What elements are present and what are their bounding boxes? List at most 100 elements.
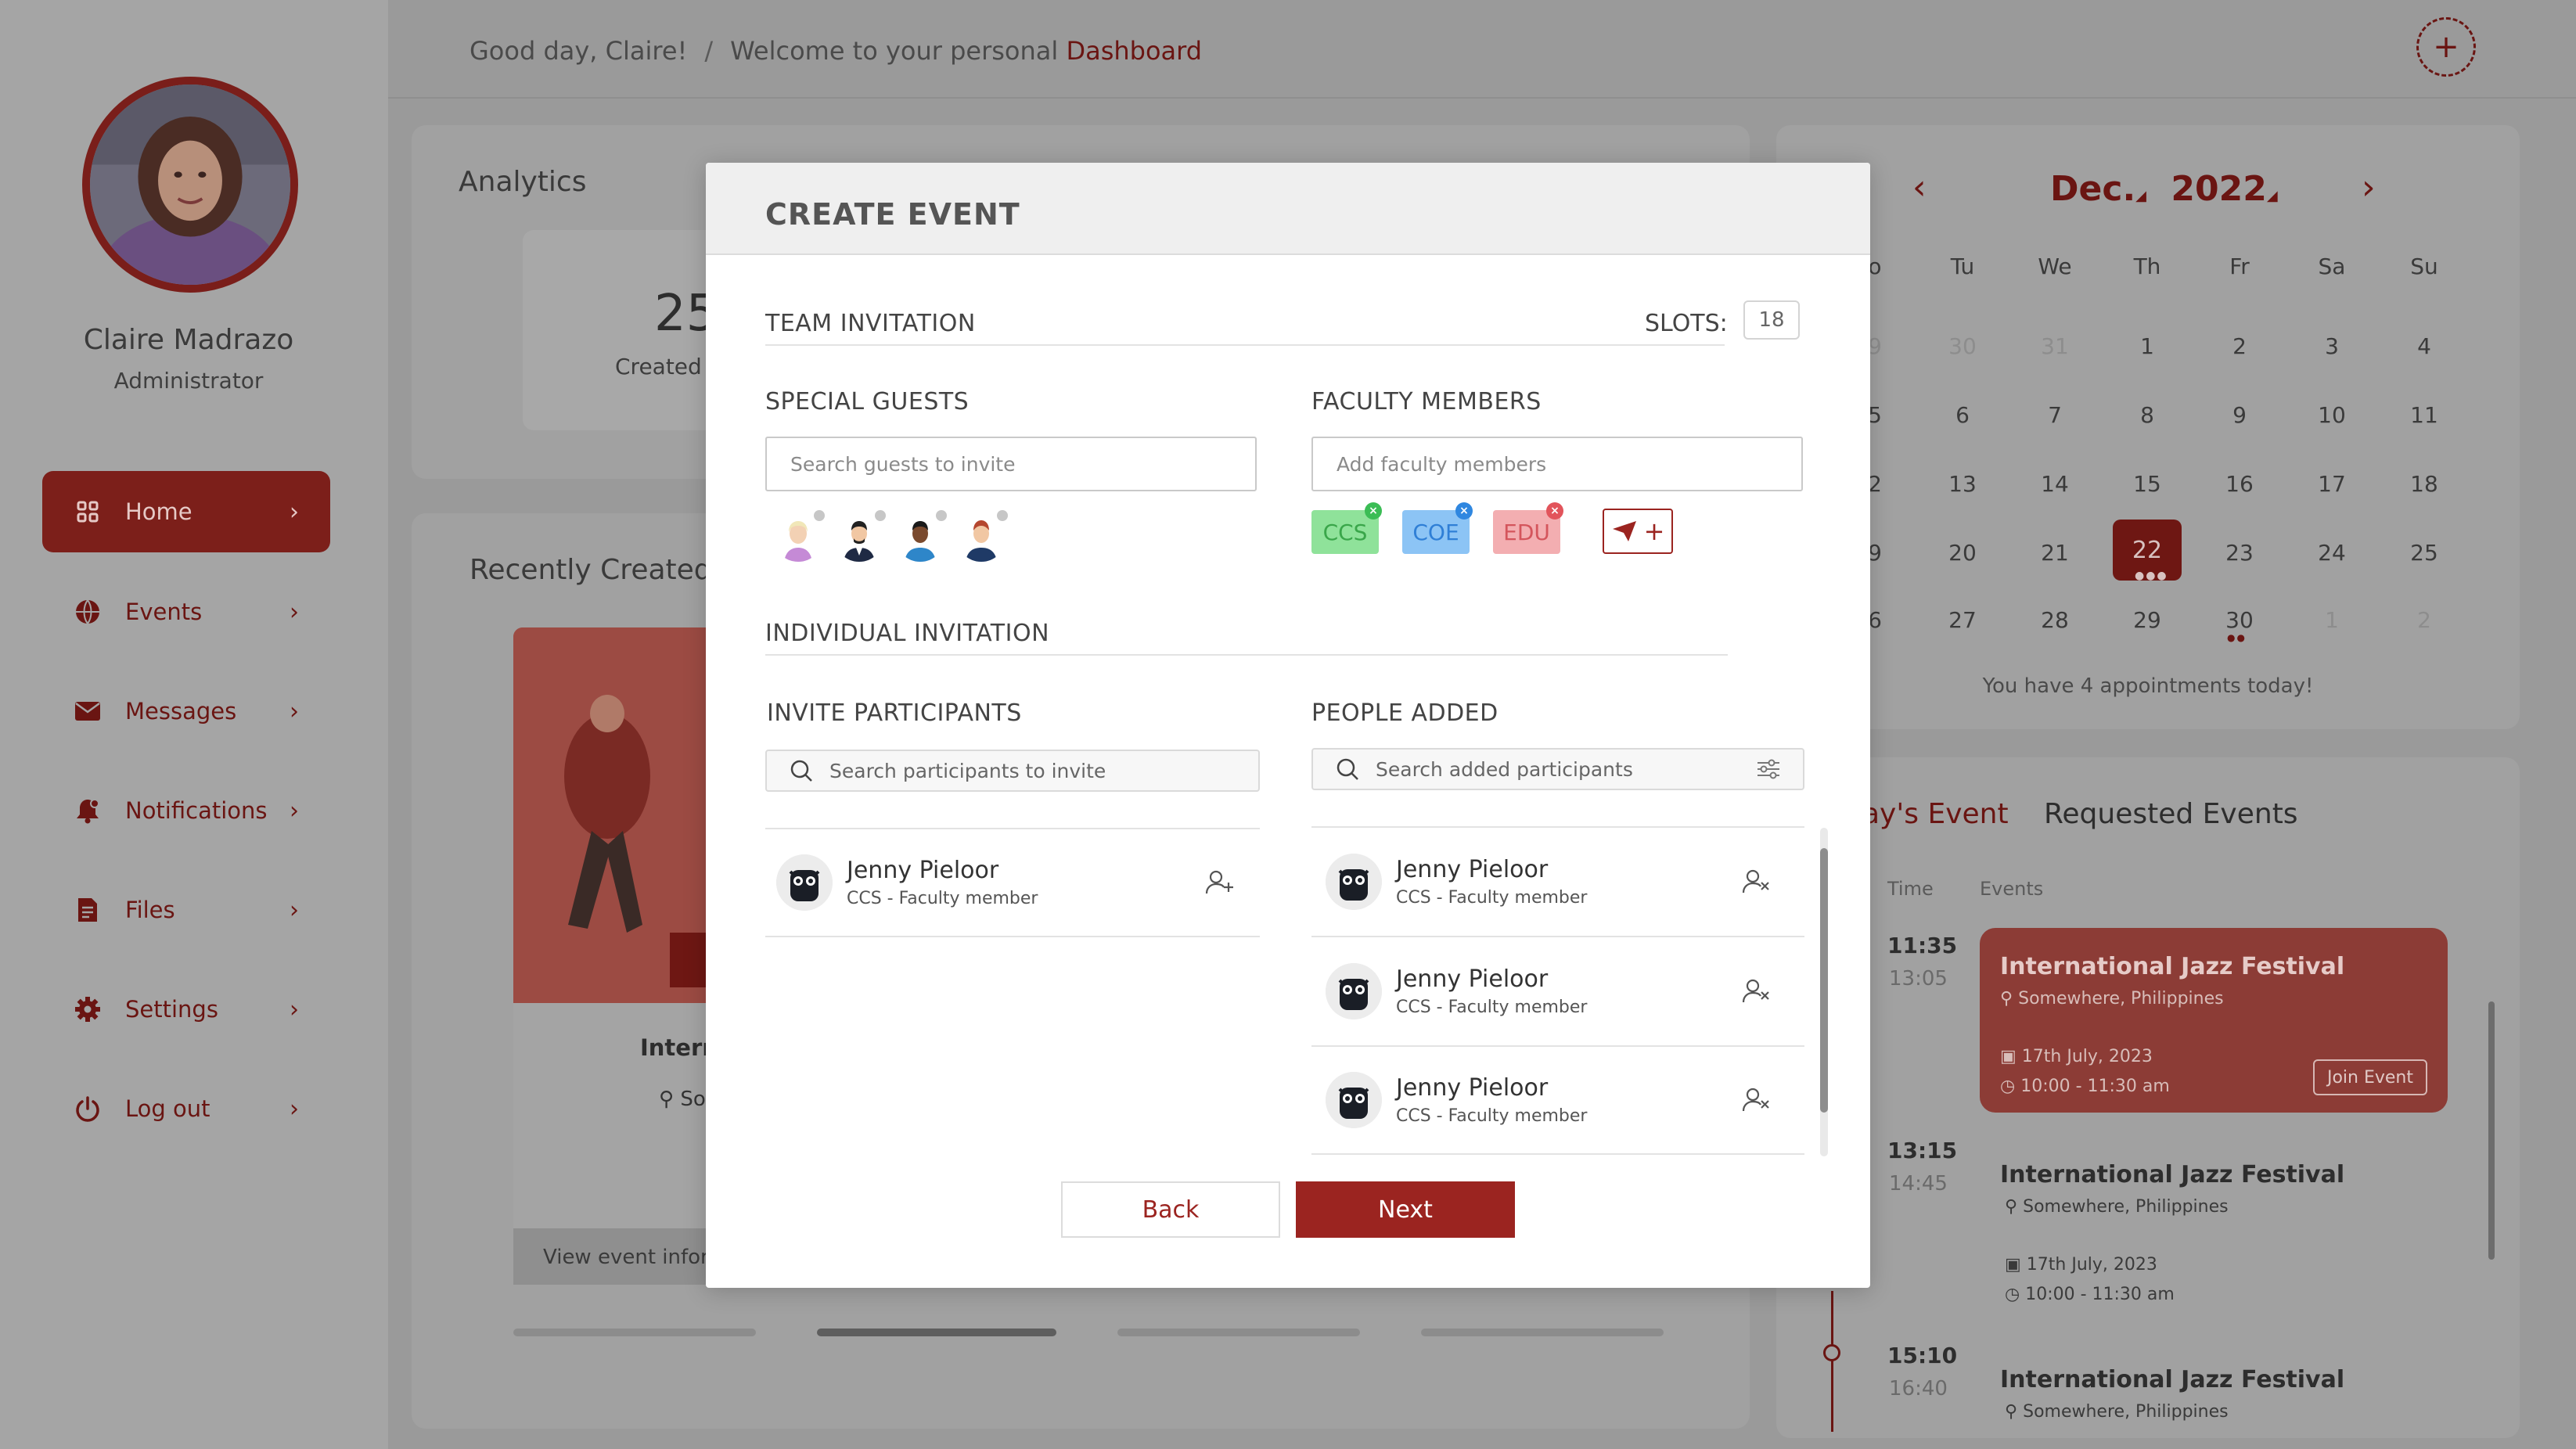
user-name: Claire Madrazo: [83, 324, 294, 356]
nav-notifications[interactable]: Notifications ›: [42, 770, 330, 851]
weekday-label: Su: [2410, 253, 2438, 279]
calendar-day[interactable]: 1: [2301, 607, 2363, 633]
chevron-right-icon: ›: [290, 1095, 299, 1123]
calendar-day[interactable]: 29: [2116, 607, 2178, 633]
event-end-time: 16:40: [1889, 1377, 1948, 1400]
dashboard-link[interactable]: Dashboard: [1066, 36, 1202, 66]
event-card[interactable]: [513, 627, 725, 1285]
calendar-day[interactable]: 16: [2208, 471, 2271, 497]
event-location: ⚲ Somewhere, Philippines: [2005, 1197, 2229, 1217]
invite-search-placeholder: Search participants to invite: [829, 759, 1106, 782]
event-start-time: 11:35: [1887, 933, 1958, 958]
carousel-indicator-2[interactable]: [817, 1329, 1056, 1336]
guests-search-input[interactable]: Search guests to invite: [765, 437, 1257, 491]
calendar-month-select[interactable]: Dec.: [2050, 169, 2135, 209]
add-button[interactable]: +: [2416, 17, 2476, 77]
location-pin-icon: ⚲: [659, 1088, 681, 1111]
events-scrollbar[interactable]: [2488, 1001, 2495, 1260]
next-button[interactable]: Next: [1296, 1181, 1515, 1238]
calendar-day[interactable]: 30: [1931, 333, 1994, 359]
faculty-search-input[interactable]: Add faculty members: [1311, 437, 1803, 491]
calendar-day[interactable]: 30: [2208, 607, 2271, 633]
grid-icon: [74, 498, 102, 526]
send-invite-button[interactable]: +: [1603, 509, 1673, 554]
calendar-day[interactable]: 24: [2301, 540, 2363, 566]
calendar-day[interactable]: 13: [1931, 471, 1994, 497]
plus-icon: +: [2433, 29, 2459, 65]
remove-guest-icon[interactable]: [936, 510, 947, 521]
people-added-title: PEOPLE ADDED: [1311, 699, 1498, 727]
calendar-day[interactable]: 25: [2393, 540, 2455, 566]
nav-messages[interactable]: Messages ›: [42, 671, 330, 752]
calendar-day[interactable]: 2: [2208, 333, 2271, 359]
calendar-day[interactable]: 4: [2393, 333, 2455, 359]
remove-guest-icon[interactable]: [814, 510, 825, 521]
nav-home[interactable]: Home ›: [42, 471, 330, 552]
calendar-day[interactable]: 23: [2208, 540, 2271, 566]
clock-icon: ◷: [2005, 1285, 2026, 1304]
welcome-text: Welcome to your personal: [730, 36, 1059, 66]
added-search-input[interactable]: Search added participants: [1311, 748, 1804, 790]
calendar-day[interactable]: 3: [2301, 333, 2363, 359]
calendar-day[interactable]: 2: [2393, 607, 2455, 633]
remove-tag-icon[interactable]: ×: [1455, 502, 1473, 520]
chevron-right-icon: ›: [290, 697, 299, 725]
event-name[interactable]: International Jazz Festival: [2000, 1366, 2344, 1393]
calendar-day[interactable]: 17: [2301, 471, 2363, 497]
carousel-indicator-4[interactable]: [1421, 1329, 1664, 1336]
calendar-day[interactable]: 27: [1931, 607, 1994, 633]
back-button[interactable]: Back: [1061, 1181, 1280, 1238]
remove-person-button[interactable]: [1739, 974, 1773, 1009]
calendar-day[interactable]: 11: [2393, 402, 2455, 428]
nav-events[interactable]: Events ›: [42, 571, 330, 653]
person-info: Jenny Pieloor CCS - Faculty member: [847, 857, 1202, 908]
calendar-day[interactable]: 9: [2208, 402, 2271, 428]
remove-tag-icon[interactable]: ×: [1546, 502, 1563, 520]
join-event-button[interactable]: Join Event: [2313, 1059, 2427, 1095]
nav-settings[interactable]: Settings ›: [42, 969, 330, 1050]
nav-logout-label: Log out: [125, 1095, 210, 1122]
calendar-year-select[interactable]: 2022: [2171, 169, 2266, 209]
calendar-day[interactable]: 6: [1931, 402, 1994, 428]
event-name[interactable]: International Jazz Festival: [2000, 1161, 2344, 1188]
calendar-day[interactable]: 28: [2024, 607, 2086, 633]
filter-icon[interactable]: [1756, 758, 1781, 780]
calendar-day[interactable]: 8: [2116, 402, 2178, 428]
remove-guest-icon[interactable]: [997, 510, 1008, 521]
added-list-scroll-thumb[interactable]: [1820, 848, 1828, 1113]
add-person-button[interactable]: [1202, 865, 1236, 900]
calendar-next-icon[interactable]: ›: [2362, 167, 2376, 207]
remove-person-button[interactable]: [1739, 865, 1773, 899]
event-date-text: 17th July, 2023: [2021, 1047, 2153, 1066]
calendar-day[interactable]: 20: [1931, 540, 1994, 566]
nav-logout[interactable]: Log out ›: [42, 1068, 330, 1149]
calendar-day[interactable]: 14: [2024, 471, 2086, 497]
calendar-day[interactable]: 31: [2024, 333, 2086, 359]
calendar-day[interactable]: 15: [2116, 471, 2178, 497]
remove-guest-icon[interactable]: [875, 510, 886, 521]
event-date: ▣ 17th July, 2023: [2000, 1047, 2153, 1066]
invite-search-input[interactable]: Search participants to invite: [765, 750, 1260, 792]
carousel-indicator-1[interactable]: [513, 1329, 756, 1336]
calendar-prev-icon[interactable]: ‹: [1912, 167, 1927, 207]
nav-notifications-label: Notifications: [125, 797, 268, 824]
calendar-day[interactable]: 7: [2024, 402, 2086, 428]
slots-input[interactable]: 18: [1743, 300, 1800, 340]
nav-files-label: Files: [125, 897, 175, 923]
calendar-day[interactable]: 1: [2116, 333, 2178, 359]
avatar[interactable]: [82, 77, 298, 293]
remove-tag-icon[interactable]: ×: [1365, 502, 1382, 520]
divider: [765, 344, 1725, 346]
remove-person-button[interactable]: [1739, 1083, 1773, 1117]
calendar-day[interactable]: 10: [2301, 402, 2363, 428]
file-icon: [74, 896, 102, 924]
nav-files[interactable]: Files ›: [42, 869, 330, 951]
view-event-info[interactable]: View event inform: [513, 1228, 725, 1285]
event-end-time: 13:05: [1889, 967, 1948, 991]
calendar-day[interactable]: 21: [2024, 540, 2086, 566]
tab-todays-event[interactable]: ay's Event: [1862, 798, 2009, 830]
calendar-day[interactable]: 18: [2393, 471, 2455, 497]
tab-requested-events[interactable]: Requested Events: [2044, 798, 2298, 830]
special-guests-title: SPECIAL GUESTS: [765, 388, 970, 415]
carousel-indicator-3[interactable]: [1117, 1329, 1360, 1336]
